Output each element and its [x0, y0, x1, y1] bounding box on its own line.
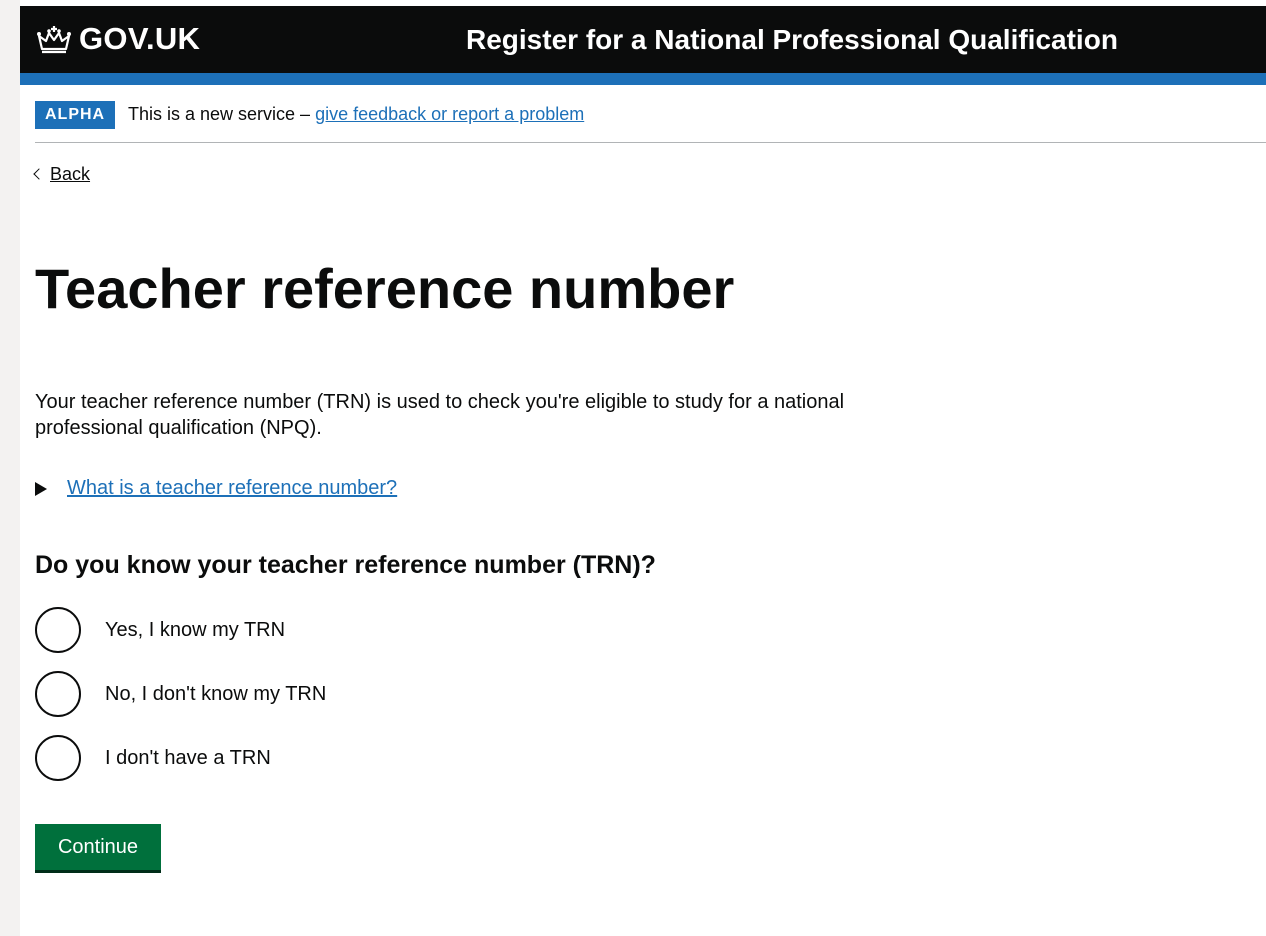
details-summary-link[interactable]: What is a teacher reference number? — [67, 477, 397, 500]
back-nav: Back — [33, 164, 90, 185]
phase-banner: ALPHA This is a new service – give feedb… — [35, 85, 1266, 143]
triangle-right-icon — [35, 481, 47, 496]
phase-banner-message: This is a new service – — [128, 104, 316, 124]
continue-button[interactable]: Continue — [35, 824, 161, 870]
intro-text: Your teacher reference number (TRN) is u… — [35, 391, 845, 439]
radio-option-no[interactable]: No, I don't know my TRN — [35, 668, 326, 720]
question-legend: Do you know your teacher reference numbe… — [35, 551, 656, 579]
govuk-logo-link[interactable]: GOV.UK — [34, 21, 200, 57]
chevron-left-icon — [33, 168, 45, 180]
details-toggle[interactable]: What is a teacher reference number? — [35, 477, 397, 500]
radio-label: No, I don't know my TRN — [105, 682, 327, 705]
radio-button[interactable] — [35, 735, 81, 781]
radio-button[interactable] — [35, 671, 81, 717]
logo-text: GOV.UK — [79, 21, 201, 56]
radio-option-yes[interactable]: Yes, I know my TRN — [35, 604, 285, 656]
phase-tag: ALPHA — [35, 101, 116, 129]
back-link[interactable]: Back — [50, 164, 90, 184]
radio-label: Yes, I know my TRN — [105, 618, 286, 641]
crown-icon — [37, 26, 71, 54]
govuk-header: GOV.UK Register for a National Professio… — [20, 6, 1266, 73]
radio-label: I don't have a TRN — [105, 746, 271, 769]
window-left-margin — [0, 0, 20, 936]
feedback-link[interactable]: give feedback or report a problem — [315, 104, 584, 124]
phase-banner-text: This is a new service – give feedback or… — [128, 104, 584, 125]
radio-option-no-trn[interactable]: I don't have a TRN — [35, 732, 271, 784]
page-title: Teacher reference number — [35, 257, 735, 320]
header-blue-bar — [20, 73, 1266, 85]
page: GOV.UK Register for a National Professio… — [20, 0, 1266, 936]
radio-button[interactable] — [35, 607, 81, 653]
service-name-link[interactable]: Register for a National Professional Qua… — [466, 24, 1118, 56]
